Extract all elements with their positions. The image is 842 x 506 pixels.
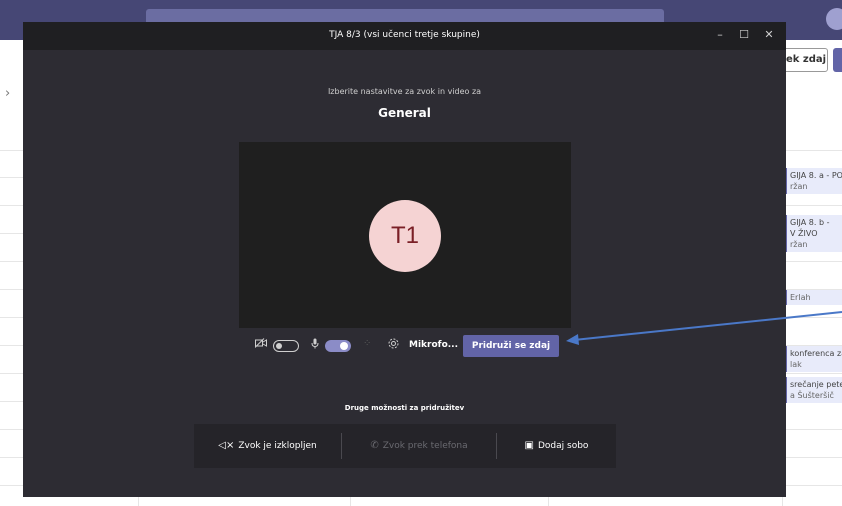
annotation-arrow (566, 311, 842, 345)
